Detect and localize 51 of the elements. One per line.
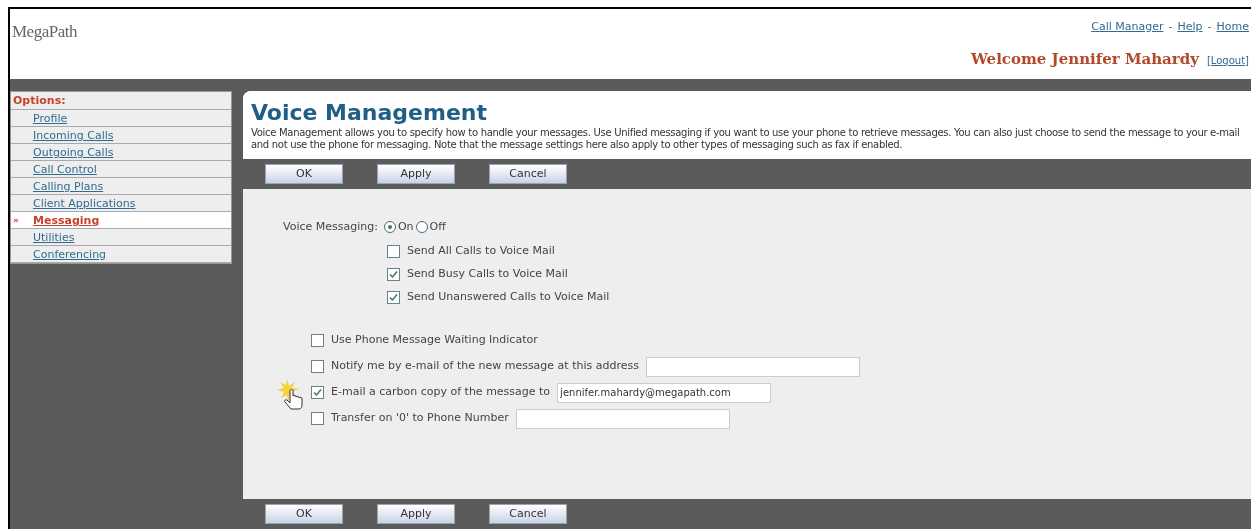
form-button[interactable]: Cancel	[489, 504, 567, 524]
sidebar-item[interactable]: Conferencing	[11, 246, 231, 263]
link-separator: -	[1207, 19, 1212, 35]
sidebar-item[interactable]: Calling Plans	[11, 178, 231, 195]
checkbox-label: Use Phone Message Waiting Indicator	[331, 332, 538, 349]
field-label: Voice Messaging:	[283, 219, 378, 235]
checkbox[interactable]	[387, 245, 400, 258]
check-icon	[389, 293, 398, 302]
form-button[interactable]: Apply	[377, 164, 455, 184]
checkbox-label: Notify me by e-mail of the new message at this address	[331, 358, 639, 375]
form-button[interactable]: Apply	[377, 504, 455, 524]
form-button[interactable]: OK	[265, 504, 343, 524]
sidebar-item[interactable]: Outgoing Calls	[11, 144, 231, 161]
checkbox-label: Send Unanswered Calls to Voice Mail	[407, 289, 610, 306]
header-link[interactable]: Call Manager	[1091, 19, 1164, 36]
selected-marker: »	[13, 215, 19, 225]
sidebar-item[interactable]: Incoming Calls	[11, 127, 231, 144]
checkbox[interactable]	[387, 291, 400, 304]
input-field[interactable]	[515, 408, 730, 429]
header-link[interactable]: Help	[1177, 19, 1203, 36]
form-button[interactable]: Cancel	[489, 164, 567, 184]
sidebar-item[interactable]: Utilities	[11, 229, 231, 246]
checkbox-label: E-mail a carbon copy of the message to	[331, 384, 551, 401]
logout-link[interactable]: [Logout]	[1206, 52, 1249, 68]
link-separator: -	[1168, 19, 1173, 35]
sidebar-item[interactable]: Call Control	[11, 161, 231, 178]
radio-button[interactable]	[383, 221, 396, 234]
checkbox[interactable]	[311, 360, 324, 373]
radio-label: On	[397, 219, 414, 235]
sidebar-heading: Options:	[11, 92, 231, 110]
input-field[interactable]	[645, 356, 860, 377]
check-icon	[389, 270, 398, 279]
logo: MegaPath	[12, 22, 77, 41]
sidebar-item[interactable]: Profile	[11, 110, 231, 127]
description-text: Voice Management allows you to specify how to handle your messages. Use Unified messaging if you want to use your phone to retrieve messages. You can also just choose to send the message to your e-mail and not use the phone for messaging. Note that the message settings here also apply to other types of messaging such as fax if enabled.	[251, 127, 1241, 151]
welcome-text: Welcome Jennifer Mahardy	[971, 48, 1199, 70]
checkbox[interactable]	[311, 386, 324, 399]
checkbox-label: Send All Calls to Voice Mail	[407, 243, 555, 260]
checkbox-label: Send Busy Calls to Voice Mail	[407, 266, 568, 283]
checkbox-label: Transfer on '0' to Phone Number	[331, 410, 509, 427]
sidebar-item[interactable]: » Messaging	[11, 212, 231, 229]
input-field[interactable]: jennifer.mahardy@megapath.com	[557, 382, 772, 403]
form-button[interactable]: OK	[265, 164, 343, 184]
checkbox[interactable]	[311, 412, 324, 425]
page-title: Voice Management	[251, 99, 489, 127]
header-link[interactable]: Home	[1216, 19, 1249, 36]
radio-label: Off	[429, 219, 446, 235]
check-icon	[313, 388, 322, 397]
radio-button[interactable]	[415, 221, 428, 234]
checkbox[interactable]	[387, 268, 400, 281]
checkbox[interactable]	[311, 334, 324, 347]
